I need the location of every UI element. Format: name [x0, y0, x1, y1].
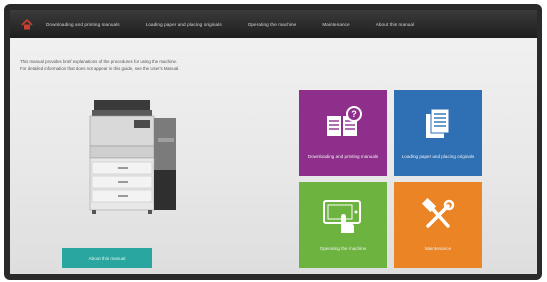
tile-maintenance[interactable]: Maintenance — [394, 182, 482, 268]
nav-item-maintenance[interactable]: Maintenance — [322, 22, 349, 27]
tile-downloading-manuals[interactable]: ? Downloading and printing manuals — [299, 90, 387, 176]
documents-icon — [420, 104, 456, 144]
book-question-icon: ? — [323, 104, 363, 144]
intro-line-1: This manual provides brief explanations … — [20, 59, 178, 64]
tile-downloading-label: Downloading and printing manuals — [307, 154, 379, 159]
tools-icon — [420, 196, 456, 236]
svg-text:?: ? — [351, 109, 357, 119]
tile-operating-machine[interactable]: Operating the machine — [299, 182, 387, 268]
tile-maintenance-label: Maintenance — [424, 246, 452, 251]
tile-loading-paper[interactable]: Loading paper and placing originals — [394, 90, 482, 176]
nav-item-operating[interactable]: Operating the machine — [248, 22, 297, 27]
about-manual-button[interactable]: About this manual — [62, 248, 152, 268]
touch-panel-icon — [321, 196, 365, 236]
nav-item-downloading[interactable]: Downloading and printing manuals — [46, 22, 120, 27]
copier-image — [89, 100, 176, 214]
intro-text: This manual provides brief explanations … — [20, 58, 320, 72]
top-nav: Downloading and printing manuals Loading… — [10, 10, 537, 38]
nav-item-about[interactable]: About this manual — [376, 22, 414, 27]
home-icon[interactable] — [18, 15, 36, 33]
intro-line-2: For detailed information that does not a… — [20, 66, 180, 71]
nav-item-loading[interactable]: Loading paper and placing originals — [146, 22, 222, 27]
tile-loading-label: Loading paper and placing originals — [401, 154, 475, 159]
tile-operating-label: Operating the machine — [319, 246, 367, 251]
manual-screen: Downloading and printing manuals Loading… — [10, 10, 537, 274]
